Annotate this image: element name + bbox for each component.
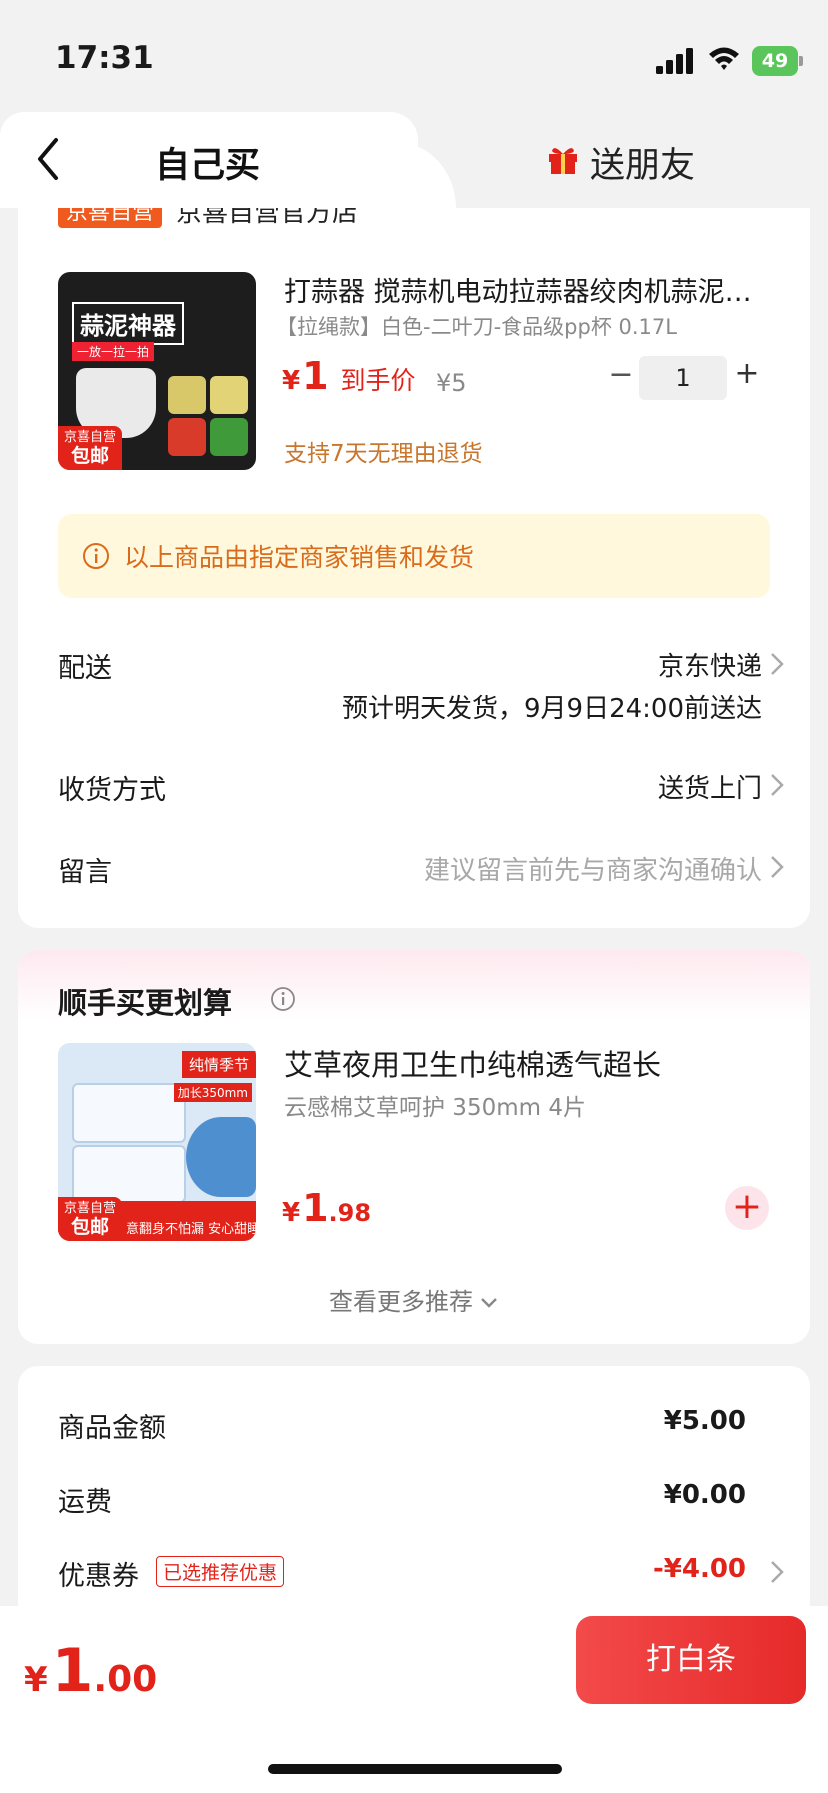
recommended-product-image[interactable]: 纯情季节 加长350mm 京喜自营 包邮 意翻身不怕漏 安心甜睡 (58, 1043, 256, 1241)
info-icon[interactable] (270, 986, 296, 1012)
recommendation-title: 顺手买更划算 (58, 986, 233, 1020)
product-image-title: 蒜泥神器 (72, 302, 184, 345)
free-shipping-badge: 京喜自营 包邮 (58, 426, 123, 470)
shipping-eta: 预计明天发货，9月9日24:00前送达 (341, 694, 762, 724)
coupon-tag: 已选推荐优惠 (156, 1556, 285, 1587)
product-image-tag: 纯情季节 (181, 1051, 256, 1078)
product-image[interactable]: 蒜泥神器 一放一拉一拍 京喜自营 包邮 (58, 272, 256, 470)
store-name[interactable]: 京喜自营官方店 (176, 208, 358, 229)
store-row[interactable]: 京喜自营 京喜自营官方店 (58, 208, 358, 230)
wifi-icon (709, 47, 739, 70)
product-image-slogan: 意翻身不怕漏 安心甜睡 (126, 1222, 256, 1237)
checkout-bar: ¥ 1 .00 打白条 (0, 1606, 828, 1793)
battery-level: 49 (752, 46, 798, 76)
product-title[interactable]: 打蒜器 搅蒜机电动拉蒜器绞肉机蒜泥神器 (284, 270, 764, 309)
home-indicator (268, 1764, 562, 1774)
coupon-value[interactable]: -¥4.00 (653, 1554, 746, 1584)
product-price-label: 到手价 (340, 366, 416, 395)
recommendation-card: 顺手买更划算 纯情季节 加长350mm 京喜自营 包邮 意翻身不怕漏 安心甜睡 … (18, 950, 810, 1344)
info-icon (83, 543, 109, 569)
tab-self-buy-label[interactable]: 自己买 (155, 137, 260, 188)
chevron-down-icon (481, 1298, 497, 1308)
free-shipping-badge: 京喜自营 包邮 (58, 1197, 123, 1241)
product-image-length: 加长350mm (173, 1083, 252, 1102)
recommended-product-spec: 云感棉艾草呵护 350mm 4片 (284, 1095, 586, 1121)
purchase-mode-tabs: 自己买 送朋友 (0, 112, 828, 208)
gift-icon[interactable] (546, 142, 580, 176)
receive-method-value[interactable]: 送货上门 (658, 768, 762, 805)
quantity-decrease-button[interactable]: − (604, 360, 638, 394)
status-time: 17:31 (55, 40, 154, 76)
product-image-subtitle: 一放一拉一拍 (72, 342, 155, 361)
coupon-label: 优惠券 (58, 1561, 139, 1592)
freight-value: ¥0.00 (663, 1480, 746, 1510)
goods-amount-value: ¥5.00 (663, 1406, 746, 1436)
see-more-recommendations[interactable]: 查看更多推荐 (18, 1282, 810, 1317)
goods-amount-label: 商品金额 (58, 1413, 166, 1444)
product-spec[interactable]: 【拉绳款】白色-二叶刀-食品级pp杯 0.17L (276, 311, 677, 341)
original-price: ¥5 (436, 369, 467, 397)
quantity-increase-button[interactable]: + (730, 358, 764, 392)
seller-notice: 以上商品由指定商家销售和发货 (58, 514, 770, 598)
store-badge: 京喜自营 (58, 208, 163, 228)
chevron-right-icon[interactable] (768, 1558, 786, 1586)
return-policy: 支持7天无理由退货 (284, 441, 483, 467)
battery-icon: 49 (752, 46, 803, 76)
recommended-product-name[interactable]: 艾草夜用卫生巾纯棉透气超长 (284, 1042, 661, 1084)
chevron-right-icon[interactable] (768, 771, 786, 799)
freight-label: 运费 (58, 1487, 112, 1518)
shipping-label: 配送 (58, 653, 112, 684)
product-price: ¥ 1 到手价 (282, 354, 416, 398)
chevron-right-icon[interactable] (768, 853, 786, 881)
back-arrow-icon[interactable] (32, 134, 64, 184)
add-to-order-button[interactable]: + (725, 1186, 769, 1230)
seller-notice-text: 以上商品由指定商家销售和发货 (124, 543, 475, 572)
order-total: ¥ 1 .00 (24, 1636, 158, 1706)
shipping-method[interactable]: 京东快递 (658, 646, 762, 683)
status-bar: 17:31 49 (0, 0, 828, 112)
message-input[interactable]: 建议留言前先与商家沟通确认 (424, 850, 762, 887)
pay-baitiao-button[interactable]: 打白条 (576, 1616, 806, 1704)
receive-method-label: 收货方式 (58, 775, 166, 806)
quantity-input[interactable]: 1 (639, 356, 727, 400)
chevron-right-icon[interactable] (768, 650, 786, 678)
order-product-card: 京喜自营 京喜自营官方店 蒜泥神器 一放一拉一拍 京喜自营 包邮 打蒜器 搅蒜机… (18, 208, 810, 928)
tab-send-friend[interactable]: 送朋友 (590, 137, 695, 188)
recommended-product-price: ¥ 1 .98 (282, 1186, 372, 1230)
product-price-value: 1 (302, 354, 329, 398)
cellular-signal-icon (656, 48, 693, 74)
message-label: 留言 (58, 857, 112, 888)
